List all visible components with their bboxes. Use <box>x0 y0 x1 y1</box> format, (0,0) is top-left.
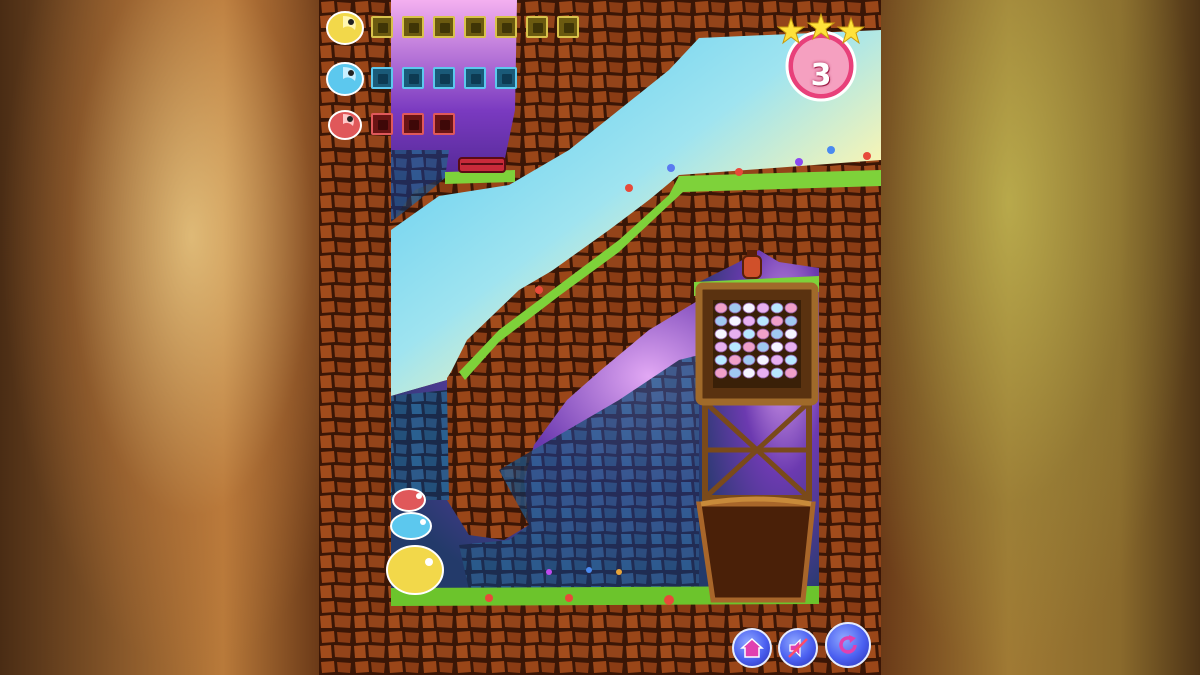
candy <box>756 354 770 366</box>
inventory-slot-blue <box>464 67 486 89</box>
candy <box>770 354 784 366</box>
sound-toggle-button[interactable] <box>778 628 818 668</box>
candy <box>770 302 784 314</box>
candy <box>784 367 798 379</box>
candy <box>756 341 770 353</box>
inventory-row-red <box>325 105 455 143</box>
left-rock-column <box>319 0 391 675</box>
inventory-row-yellow <box>325 8 579 46</box>
inventory-slot-yellow <box>557 16 579 38</box>
inventory-slot-blue <box>433 67 455 89</box>
candy <box>784 302 798 314</box>
blue-creature-icon <box>326 62 364 96</box>
home-button[interactable] <box>732 628 772 668</box>
inventory-slot-yellow <box>433 16 455 38</box>
inventory-row-blue <box>325 59 517 97</box>
candy <box>784 341 798 353</box>
level-badge: 3 <box>777 12 865 102</box>
candy <box>770 367 784 379</box>
blurred-background-left <box>0 0 319 675</box>
home-icon <box>740 637 764 658</box>
candy <box>714 341 728 353</box>
restart-icon <box>839 635 857 654</box>
candy <box>756 315 770 327</box>
inventory-slot-blue <box>495 67 517 89</box>
candy <box>756 302 770 314</box>
inventory-slot-blue <box>371 67 393 89</box>
candy <box>728 302 742 314</box>
candy <box>770 328 784 340</box>
candy <box>728 354 742 366</box>
candy <box>728 315 742 327</box>
candy <box>714 315 728 327</box>
yellow-creature-icon <box>326 11 364 45</box>
inventory-slot-yellow <box>526 16 548 38</box>
candy <box>742 367 756 379</box>
candy <box>742 328 756 340</box>
candy <box>770 341 784 353</box>
candy <box>742 354 756 366</box>
inventory-slot-red <box>371 113 393 135</box>
game-viewport[interactable]: 3 <box>319 0 881 675</box>
red-creature-icon <box>328 110 362 140</box>
candy <box>742 341 756 353</box>
inventory-slot-red <box>433 113 455 135</box>
candy <box>742 302 756 314</box>
candy <box>714 328 728 340</box>
candy <box>756 328 770 340</box>
candy <box>728 328 742 340</box>
candy <box>714 367 728 379</box>
candy <box>728 367 742 379</box>
inventory-slot-yellow <box>371 16 393 38</box>
inventory-slot-yellow <box>402 16 424 38</box>
inventory-slot-blue <box>402 67 424 89</box>
candy <box>756 367 770 379</box>
inventory-slot-red <box>402 113 424 135</box>
candy <box>728 341 742 353</box>
candy <box>784 354 798 366</box>
restart-button[interactable] <box>825 622 871 668</box>
candy <box>742 315 756 327</box>
candy <box>784 315 798 327</box>
candy <box>784 328 798 340</box>
stars-icon <box>777 12 865 45</box>
level-number: 3 <box>810 58 832 93</box>
blurred-background-right <box>881 0 1200 675</box>
candy <box>714 302 728 314</box>
candy <box>714 354 728 366</box>
inventory-slot-yellow <box>464 16 486 38</box>
inventory-slot-yellow <box>495 16 517 38</box>
sound-muted-icon <box>788 638 808 658</box>
candy <box>770 315 784 327</box>
